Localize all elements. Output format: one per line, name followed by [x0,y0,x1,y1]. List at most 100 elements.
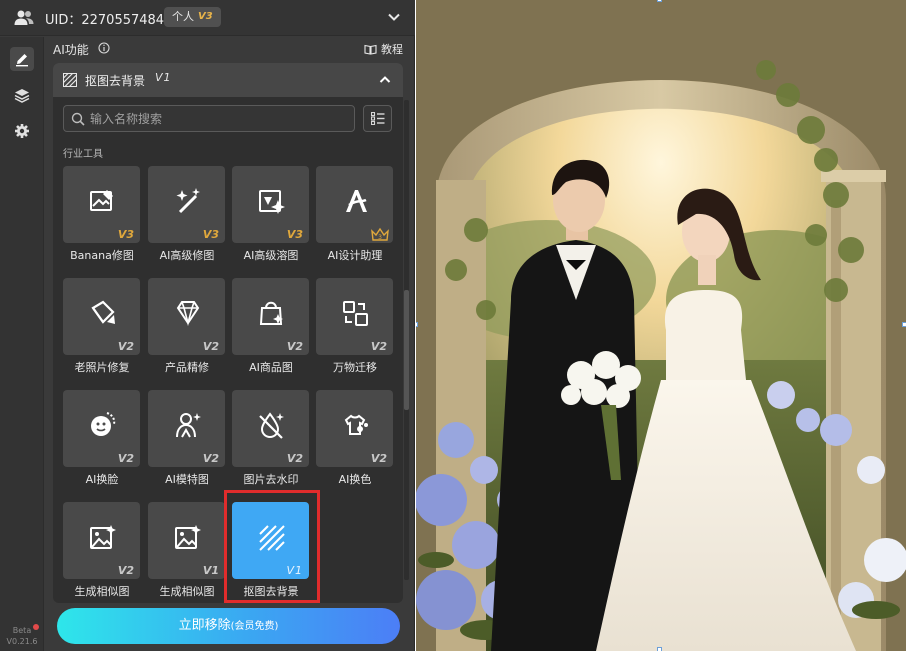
tutorial-link[interactable]: 教程 [364,41,403,57]
member-free-label: (会员免费) [230,621,279,632]
scrollbar[interactable] [404,100,409,580]
version-label: V0.21.6 [6,637,38,646]
tool-label: AI模特图 [165,473,209,486]
shopping-bag-icon [259,301,283,325]
tool-version-badge: V2 [117,564,134,577]
selected-tool-name: 抠图去背景 [85,74,146,88]
tool-tile[interactable]: V1 [148,502,225,579]
tool-label: AI换色 [338,473,372,486]
plan-label: 个人 [172,10,194,23]
tool-tile[interactable]: V3 [148,166,225,243]
tool-tile[interactable]: 3 [316,166,393,243]
tool-label: 生成相似图 [159,585,215,598]
diamond-icon [176,301,200,327]
remove-now-label: 立即移除 [178,618,231,633]
nav-layers[interactable] [10,83,34,107]
palette-icon [344,414,368,435]
tool-version-badge: V2 [286,452,303,465]
tool-version-badge: V2 [117,452,134,465]
tool-label: AI高级修图 [159,249,215,262]
tool-tile[interactable]: V2 [232,390,309,467]
cutout-icon [63,73,77,87]
side-nav: Beta V0.21.6 [0,37,44,651]
tool-label: AI设计助理 [327,249,383,262]
tool-tile[interactable]: V2 [316,278,393,355]
plan-badge: 个人 V3 [164,7,221,27]
search-input[interactable] [90,110,350,128]
tool-tile[interactable]: V2 [148,278,225,355]
tool-tile[interactable]: V2 [232,278,309,355]
tool-version-badge: V2 [202,452,219,465]
tool-tile[interactable]: V3 [232,166,309,243]
svg-text:3: 3 [378,234,382,241]
resize-handle-top[interactable] [657,0,662,2]
tool-tile[interactable]: V2 [63,502,140,579]
tool-version-badge: V3 [117,228,134,241]
model-icon [176,413,201,438]
tool-label: AI高级溶图 [243,249,299,262]
ai-functions-header: AI功能 教程 [53,40,403,58]
tool-tile[interactable]: V3 [63,166,140,243]
tool-label: AI商品图 [249,361,293,374]
industry-tools-label: 行业工具 [63,149,103,160]
tool-label: 万物迁移 [333,361,377,374]
remove-watermark-icon [259,412,284,439]
resize-handle-bottom[interactable] [657,647,662,651]
resize-handle-right[interactable] [902,322,906,327]
similar-image-icon [90,525,116,549]
image-blend-icon [259,190,285,214]
face-swap-icon [91,412,116,436]
design-assistant-icon [346,190,367,212]
tool-version-badge: V2 [370,340,387,353]
tutorial-label: 教程 [381,43,403,56]
magic-wand-icon [176,188,200,214]
beta-version: Beta V0.21.6 [0,624,44,647]
photo-repair-icon [91,300,115,324]
crown-icon: 3 [371,227,389,241]
tool-label: 生成相似图 [74,585,130,598]
resize-handle-left[interactable] [416,322,418,327]
chevron-up-icon[interactable] [379,74,391,86]
tool-label: 产品精修 [165,361,209,374]
remove-now-button[interactable]: 立即移除(会员免费) [57,608,400,644]
section-title: AI功能 [53,43,89,57]
scrollbar-thumb[interactable] [404,290,409,410]
search-icon [71,112,85,126]
image-canvas[interactable] [416,0,906,651]
users-icon [14,10,34,25]
app-window: UID：2270557484 个人 V3 Beta V0.21.6 AI功能 教… [0,0,906,651]
tool-dropdown[interactable]: 抠图去背景 V1 [53,63,403,97]
tool-version-badge: V2 [286,340,303,353]
tool-label: 老照片修复 [74,361,130,374]
wedding-photo [416,0,906,651]
tool-label: Banana修图 [70,249,134,262]
selection-highlight-box [224,490,320,603]
selected-tool-version: V1 [155,71,172,84]
uid-text: UID：2270557484 [45,13,165,28]
gear-icon [15,124,29,138]
transfer-icon [343,301,368,326]
tool-version-badge: V2 [117,340,134,353]
info-icon[interactable] [98,42,110,54]
tool-version-badge: V1 [202,564,219,577]
tool-tile[interactable]: V2 [148,390,225,467]
similar-image-icon [175,525,201,549]
chevron-down-icon[interactable] [387,10,401,24]
account-bar[interactable]: UID：2270557484 个人 V3 [0,0,415,36]
list-view-button[interactable] [363,105,392,132]
search-box [63,105,355,132]
tool-version-badge: V3 [286,228,303,241]
tool-label: 图片去水印 [243,473,299,486]
tool-tile[interactable]: V2 [316,390,393,467]
nav-settings[interactable] [10,119,34,143]
tool-label: AI换脸 [85,473,119,486]
pencil-icon [16,54,28,67]
plan-version: V3 [198,11,213,22]
tool-version-badge: V2 [370,452,387,465]
plugin-panel: UID：2270557484 个人 V3 Beta V0.21.6 AI功能 教… [0,0,415,651]
tool-tile[interactable]: V2 [63,390,140,467]
tool-version-badge: V3 [202,228,219,241]
tool-tile[interactable]: V2 [63,278,140,355]
nav-edit[interactable] [10,47,34,71]
list-icon [370,112,384,125]
